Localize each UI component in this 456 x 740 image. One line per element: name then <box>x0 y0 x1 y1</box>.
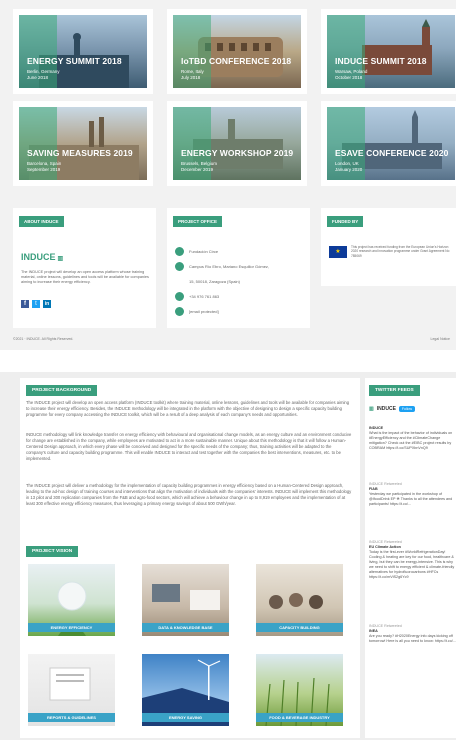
background-paragraph: The INDUCE project will develop an open … <box>26 400 350 417</box>
linkedin-icon[interactable]: in <box>43 300 51 308</box>
office-item: Campus Río Ebro, Mariano Esquillor Gómez… <box>175 260 305 272</box>
legal-link[interactable]: Legal Notice <box>431 337 450 341</box>
office-item: [email protected] <box>175 305 305 317</box>
building-icon <box>175 246 184 256</box>
funded-box: FUNDED BY ★ This project has received fu… <box>321 208 456 286</box>
office-item: 15, 50018, Zaragoza (Spain) <box>189 278 240 284</box>
background-paragraph: INDUCE methodology will link knowledge t… <box>26 432 352 461</box>
vision-card[interactable]: ENERGY SAVING <box>138 650 233 730</box>
vision-card[interactable]: ENERGY EFFICIENCY <box>24 560 119 640</box>
vision-label: REPORTS & GUIDELINES <box>28 713 115 722</box>
vision-image: CAPACITY BUILDING <box>256 564 343 636</box>
follow-button[interactable]: Follow <box>398 406 416 412</box>
event-details: Barcelona, Spain September 2019 <box>27 161 62 172</box>
event-card[interactable]: ESAVE CONFERENCE 2020 London, UK January … <box>321 101 456 186</box>
twitter-panel: TWITTER FEEDS ▥ INDUCE Follow INDUCE Wha… <box>365 378 456 738</box>
event-title: ENERGY SUMMIT 2018 <box>27 56 122 66</box>
logo-mark-icon: ▥ <box>57 256 64 262</box>
event-title: ENERGY WORKSHOP 2019 <box>181 148 294 158</box>
tweet-text: Are you ready? #H2020Energy info days ki… <box>369 634 456 643</box>
office-tag: PROJECT OFFICE <box>173 216 223 227</box>
vision-image: FOOD & BEVERAGE INDUSTRY <box>256 654 343 726</box>
event-details: Rome, Italy July 2018 <box>181 69 204 80</box>
office-item: Fundación Circe <box>175 245 305 257</box>
vision-card[interactable]: CAPACITY BUILDING <box>252 560 347 640</box>
event-image: ESAVE CONFERENCE 2020 London, UK January … <box>327 107 455 180</box>
vision-image: ENERGY SAVING <box>142 654 229 726</box>
office-box: PROJECT OFFICE Fundación Circe Campus Rí… <box>167 208 310 328</box>
phone-icon <box>175 291 184 301</box>
background-heading: PROJECT BACKGROUND <box>26 385 98 396</box>
vision-image: DATA & KNOWLEDGE BASE <box>142 564 229 636</box>
tweet: INDUCE Retweeted INEA Are you ready? #H2… <box>369 624 456 644</box>
event-card[interactable]: ENERGY WORKSHOP 2019 Brussels, Belgium De… <box>167 101 307 186</box>
vision-label: DATA & KNOWLEDGE BASE <box>142 623 229 632</box>
account-avatar: ▥ <box>369 406 374 412</box>
tweet: INDUCE What is the impact of the behavio… <box>369 426 456 451</box>
event-image: ENERGY WORKSHOP 2019 Brussels, Belgium De… <box>173 107 301 180</box>
about-box: ABOUT INDUCE INDUCE ▥ The INDUCE project … <box>13 208 156 328</box>
vision-image: ENERGY EFFICIENCY <box>28 564 115 636</box>
event-title: ESAVE CONFERENCE 2020 <box>335 148 449 158</box>
about-tag: ABOUT INDUCE <box>19 216 64 227</box>
twitter-account: ▥ INDUCE Follow <box>369 406 416 412</box>
event-card[interactable]: IoTBD CONFERENCE 2018 Rome, Italy July 20… <box>167 9 307 94</box>
footer-section: ENERGY SUMMIT 2018 Berlin, Germany June 2… <box>0 0 456 350</box>
event-title: SAVING MEASURES 2019 <box>27 148 133 158</box>
tweet-text: Yesterday we participated in the worksho… <box>369 492 453 506</box>
event-title: INDUCE SUMMIT 2018 <box>335 56 427 66</box>
event-image: IoTBD CONFERENCE 2018 Rome, Italy July 20… <box>173 15 301 88</box>
copyright: ©2021 · INDUCE. All Rights Reserved. <box>13 337 74 341</box>
event-details: Berlin, Germany June 2018 <box>27 69 60 80</box>
induce-logo: INDUCE ▥ <box>21 252 64 262</box>
twitter-icon[interactable]: t <box>32 300 40 308</box>
event-details: London, UK January 2020 <box>335 161 363 172</box>
main-content: PROJECT BACKGROUND The INDUCE project wi… <box>20 378 360 738</box>
tweet-text: Today is the first-ever #WorldRefrigerat… <box>369 550 455 579</box>
vision-card[interactable]: DATA & KNOWLEDGE BASE <box>138 560 233 640</box>
background-paragraph: The INDUCE project will deliver a method… <box>26 483 352 506</box>
vision-card[interactable]: FOOD & BEVERAGE INDUSTRY <box>252 650 347 730</box>
vision-label: ENERGY EFFICIENCY <box>28 623 115 632</box>
vision-label: ENERGY SAVING <box>142 713 229 722</box>
eu-flag-icon: ★ <box>329 246 347 258</box>
vision-image: REPORTS & GUIDELINES <box>28 654 115 726</box>
funded-tag: FUNDED BY <box>327 216 364 227</box>
twitter-heading: TWITTER FEEDS <box>369 385 420 396</box>
vision-label: CAPACITY BUILDING <box>256 623 343 632</box>
office-item: +34 976 761 863 <box>175 290 305 302</box>
facebook-icon[interactable]: f <box>21 300 29 308</box>
event-image: SAVING MEASURES 2019 Barcelona, Spain Sep… <box>19 107 147 180</box>
vision-card[interactable]: REPORTS & GUIDELINES <box>24 650 119 730</box>
tweet: INDUCE Retweeted EU Climate Action Today… <box>369 540 456 580</box>
funded-text: This project has received funding from t… <box>351 245 450 258</box>
vision-label: FOOD & BEVERAGE INDUSTRY <box>256 713 343 722</box>
event-image: ENERGY SUMMIT 2018 Berlin, Germany June 2… <box>19 15 147 88</box>
event-image: INDUCE SUMMIT 2018 Warsaw, Poland October… <box>327 15 455 88</box>
event-card[interactable]: INDUCE SUMMIT 2018 Warsaw, Poland October… <box>321 9 456 94</box>
office-list: Fundación Circe Campus Río Ebro, Mariano… <box>175 245 305 317</box>
tweet: INDUCE Retweeted FIAB Yesterday we parti… <box>369 482 456 507</box>
social-links: f t in <box>21 300 51 308</box>
tweet-text: What is the impact of the behavior of in… <box>369 431 453 450</box>
vision-heading: PROJECT VISION <box>26 546 79 557</box>
location-icon <box>175 261 184 271</box>
event-details: Warsaw, Poland October 2018 <box>335 69 368 80</box>
project-section: PROJECT BACKGROUND The INDUCE project wi… <box>0 372 456 740</box>
event-card[interactable]: ENERGY SUMMIT 2018 Berlin, Germany June 2… <box>13 9 153 94</box>
event-details: Brussels, Belgium December 2019 <box>181 161 218 172</box>
event-title: IoTBD CONFERENCE 2018 <box>181 56 292 66</box>
event-card[interactable]: SAVING MEASURES 2019 Barcelona, Spain Sep… <box>13 101 153 186</box>
about-text: The INDUCE project will develop an open … <box>21 270 149 284</box>
email-icon <box>175 306 184 316</box>
